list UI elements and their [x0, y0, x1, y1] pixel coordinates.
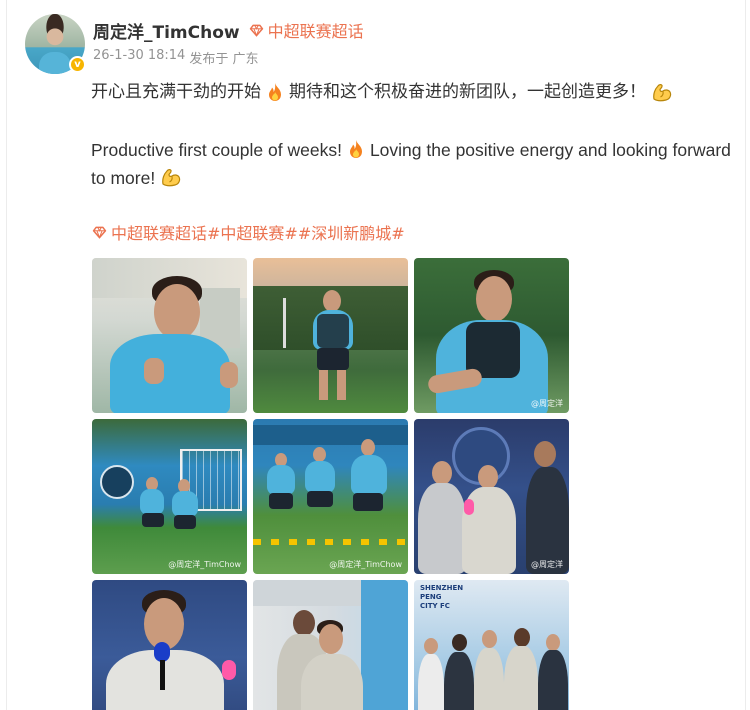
photo-watermark: @周定洋_TimChow: [168, 560, 241, 569]
post-text-en: Productive first couple of weeks! Loving…: [91, 136, 735, 192]
photo-fans-group[interactable]: SHENZHEN PENG CITY FC: [414, 580, 569, 710]
post-meta: 26-1-30 18:14 发布于 广东: [93, 48, 258, 67]
text-zh-part-2: 期待和这个积极奋进的新团队，一起创造更多！: [289, 82, 646, 102]
flexed-biceps-icon: [162, 169, 181, 187]
photo-training-drill-2[interactable]: @周定洋_TimChow: [253, 419, 408, 574]
flexed-biceps-icon: [653, 84, 672, 102]
avatar-shirt: [39, 52, 71, 74]
author-name[interactable]: 周定洋_TimChow: [93, 18, 240, 43]
photo-watermark: @周定洋: [531, 560, 563, 569]
photo-training-standing[interactable]: [253, 258, 408, 413]
photo-interview-mic[interactable]: [92, 580, 247, 710]
photo-training-vest[interactable]: @周定洋: [414, 258, 569, 413]
topic-label: 中超联赛超话: [267, 22, 364, 41]
hashtag-row[interactable]: 中超联赛超话#中超联赛##深圳新鹏城#: [91, 220, 405, 244]
text-en-part-1: Productive first couple of weeks!: [91, 140, 342, 160]
fire-icon: [269, 83, 281, 101]
diamond-icon: [249, 24, 263, 37]
photo-watermark: @周定洋: [531, 399, 563, 408]
name-row: 周定洋_TimChow 中超联赛超话: [93, 18, 364, 43]
fire-icon: [349, 140, 362, 158]
hashtags[interactable]: 中超联赛超话#中超联赛##深圳新鹏城#: [111, 220, 405, 244]
post-location: 发布于 广东: [189, 52, 259, 67]
post-timestamp[interactable]: 26-1-30 18:14: [93, 48, 185, 67]
photo-training-drill-1[interactable]: @周定洋_TimChow: [92, 419, 247, 574]
text-zh-part-1: 开心且充满干劲的开始: [91, 82, 261, 102]
photo-interview-group[interactable]: @周定洋: [414, 419, 569, 574]
photo-watermark: @周定洋_TimChow: [329, 560, 402, 569]
photo-grid: @周定洋 @周定洋_TimChow @周定洋_TimChow @周定洋 SHEN…: [92, 258, 570, 710]
post-card: v 周定洋_TimChow 中超联赛超话 26-1-30 18:14 发布于 广…: [6, 0, 746, 710]
post-text-zh: 开心且充满干劲的开始 期待和这个积极奋进的新团队，一起创造更多！: [91, 80, 678, 104]
verified-badge-icon: v: [69, 56, 86, 73]
topic-link[interactable]: 中超联赛超话: [248, 18, 364, 42]
photo-event-players[interactable]: [253, 580, 408, 710]
sign-text: SHENZHEN PENG CITY FC: [420, 584, 464, 610]
diamond-icon: [92, 226, 107, 239]
photo-smiling-thumbs-up[interactable]: [92, 258, 247, 413]
